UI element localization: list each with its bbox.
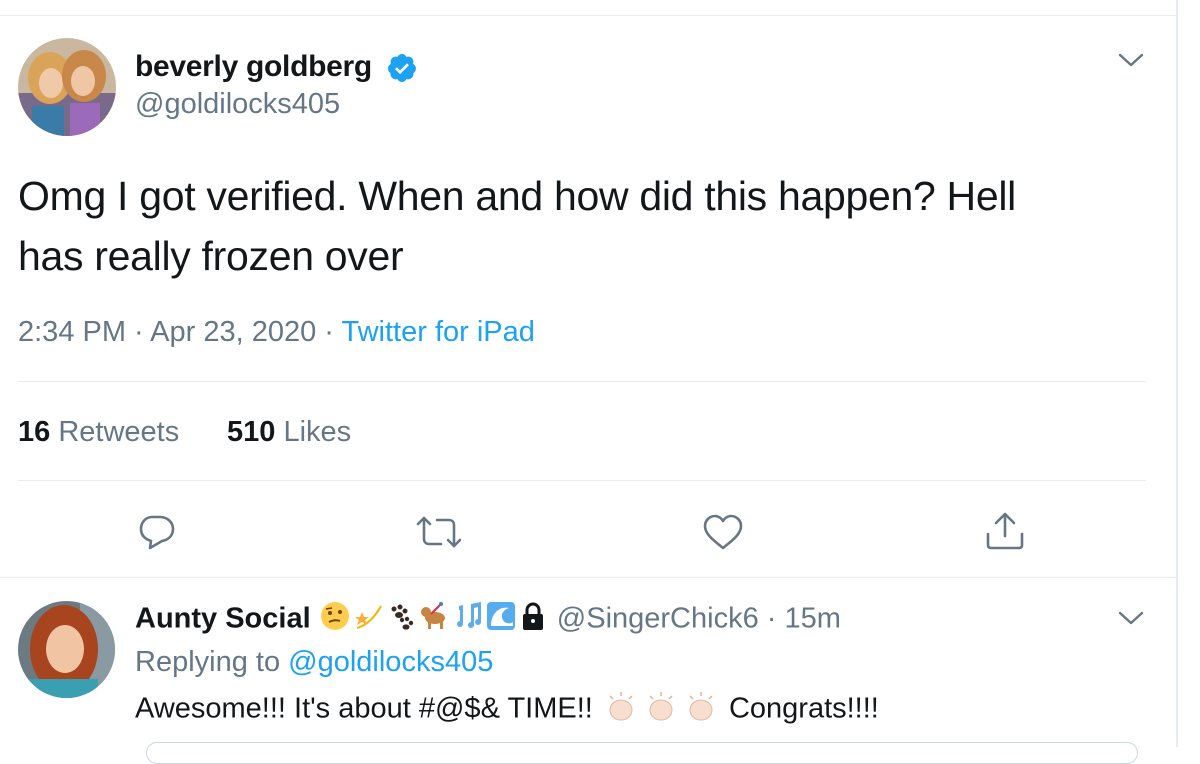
reply-input-box[interactable] (146, 742, 1138, 764)
reply-time[interactable]: 15m (784, 603, 840, 635)
guide-dog-emoji-icon (417, 600, 451, 640)
water-wave-emoji-icon (485, 600, 517, 640)
reply-author-name[interactable]: Aunty Social (135, 603, 311, 635)
like-icon[interactable] (701, 513, 745, 551)
reply-header: Aunty Social @SingerChick6 · 15m (135, 600, 841, 640)
retweet-icon[interactable] (413, 513, 465, 551)
reply-icon[interactable] (136, 512, 178, 552)
like-count: 510 (227, 416, 276, 448)
tweet-text-line2: has really frozen over (18, 233, 404, 279)
clapping-hands-emoji-icon (601, 688, 721, 732)
chevron-down-icon[interactable] (1117, 50, 1145, 70)
paw-prints-emoji-icon (385, 600, 417, 640)
share-icon[interactable] (983, 510, 1027, 552)
likes-stat[interactable]: 510 Likes (227, 416, 351, 449)
retweet-count: 16 (18, 416, 51, 448)
tweet-date[interactable]: Apr 23, 2020 (150, 316, 316, 348)
tweet-text-line1: Omg I got verified. When and how did thi… (18, 173, 1016, 219)
tweet-text: Omg I got verified. When and how did thi… (18, 166, 1168, 286)
tweet-source[interactable]: Twitter for iPad (342, 316, 535, 348)
reply-chevron-down-icon[interactable] (1117, 608, 1145, 628)
reply-divider (0, 577, 1176, 578)
meta-divider (18, 381, 1146, 382)
like-label: Likes (283, 416, 352, 448)
reply-text: Awesome!!! It's about #@$& TIME!! Congra… (135, 688, 879, 732)
reply-text-part1: Awesome!!! It's about #@$& TIME!! (135, 692, 593, 725)
replying-to-handle[interactable]: @goldilocks405 (288, 646, 493, 678)
author-avatar[interactable] (18, 38, 116, 136)
stats-divider (18, 480, 1146, 481)
reply-avatar[interactable] (18, 601, 115, 698)
tweet-time[interactable]: 2:34 PM (18, 316, 126, 348)
verified-badge-icon (386, 52, 418, 84)
musical-notes-emoji-icon (451, 600, 485, 640)
dizzy-star-emoji-icon (351, 600, 385, 640)
author-name[interactable]: beverly goldberg (135, 50, 372, 84)
thinking-face-emoji-icon (319, 600, 351, 640)
author-handle[interactable]: @goldilocks405 (135, 88, 340, 121)
lock-emoji-icon (517, 600, 549, 640)
right-border (1176, 0, 1178, 747)
retweet-label: Retweets (58, 416, 180, 448)
tweet-meta: 2:34 PM · Apr 23, 2020 · Twitter for iPa… (18, 316, 535, 348)
retweets-stat[interactable]: 16 Retweets (18, 416, 179, 449)
replying-label: Replying to (135, 646, 281, 678)
reply-text-part2: Congrats!!!! (728, 692, 879, 725)
reply-author-handle[interactable]: @SingerChick6 (557, 603, 759, 635)
top-divider (0, 15, 1176, 16)
replying-to: Replying to @goldilocks405 (135, 646, 493, 679)
